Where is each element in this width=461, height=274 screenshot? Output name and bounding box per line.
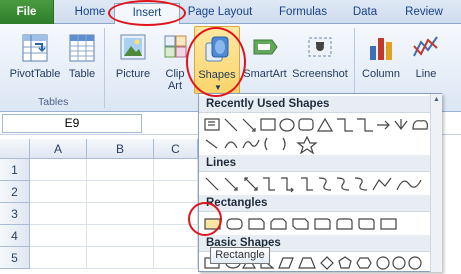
tab-data[interactable]: Data — [343, 3, 387, 24]
picture-button[interactable]: Picture — [112, 26, 154, 90]
row-header-3[interactable]: 3 — [0, 203, 30, 225]
clipart-label: Clip Art — [165, 68, 185, 92]
name-box[interactable]: E9 — [2, 114, 142, 133]
scroll-up-arrow-icon[interactable]: ▲ — [431, 94, 442, 106]
pivottable-button[interactable]: PivotTable — [6, 26, 64, 90]
smartart-icon — [253, 39, 278, 55]
screenshot-button[interactable]: Screenshot — [288, 26, 352, 90]
lines-header: Lines — [199, 155, 441, 172]
smartart-button[interactable]: SmartArt — [240, 26, 290, 90]
tab-page-layout[interactable]: Page Layout — [182, 3, 258, 24]
pivottable-label: PivotTable — [9, 68, 61, 80]
gallery-scrollbar[interactable]: ▲ — [430, 94, 442, 272]
tab-file[interactable]: File — [0, 0, 54, 24]
group-separator — [104, 28, 105, 108]
row-header-5[interactable]: 5 — [0, 247, 30, 269]
cell[interactable] — [30, 247, 87, 269]
select-all-corner[interactable] — [0, 139, 30, 159]
line-chart-button[interactable]: Line — [408, 26, 444, 90]
column-chart-icon — [370, 38, 392, 60]
ribbon-tab-bar: File Home Insert Page Layout Formulas Da… — [0, 0, 461, 25]
picture-label: Picture — [115, 68, 151, 80]
rectangles-row[interactable] — [203, 214, 433, 234]
pivottable-icon — [22, 34, 48, 62]
group-tables-label: Tables — [38, 96, 69, 108]
cell[interactable] — [87, 181, 154, 203]
cell[interactable] — [30, 181, 87, 203]
cell[interactable] — [154, 181, 198, 203]
tab-formulas[interactable]: Formulas — [270, 3, 336, 24]
clipart-icon — [164, 35, 187, 58]
tab-home[interactable]: Home — [66, 3, 114, 24]
cell[interactable] — [87, 203, 154, 225]
column-header-c[interactable]: C — [154, 139, 198, 159]
cell[interactable] — [30, 225, 87, 247]
highlight-ring-shapes-button — [186, 27, 246, 97]
column-chart-label: Column — [362, 68, 400, 80]
tab-review[interactable]: Review — [397, 3, 451, 24]
highlight-ring-insert-tab — [108, 0, 186, 26]
cell[interactable] — [87, 159, 154, 181]
recent-shapes-row-2[interactable] — [203, 134, 433, 154]
lines-row[interactable] — [203, 174, 433, 194]
shape-tooltip: Rectangle — [210, 247, 270, 264]
table-button[interactable]: Table — [64, 26, 100, 90]
row-header-1[interactable]: 1 — [0, 159, 30, 181]
smartart-label: SmartArt — [243, 68, 287, 80]
row-header-4[interactable]: 4 — [0, 225, 30, 247]
line-chart-icon — [413, 36, 438, 57]
cell[interactable] — [30, 159, 87, 181]
column-header-a[interactable]: A — [30, 139, 87, 159]
column-header-b[interactable]: B — [87, 139, 154, 159]
shapes-gallery: Recently Used Shapes Lines Rectangles Ba… — [198, 93, 442, 272]
recent-shapes-row[interactable] — [203, 115, 433, 135]
cell[interactable] — [87, 225, 154, 247]
row-header-2[interactable]: 2 — [0, 181, 30, 203]
cell[interactable] — [87, 247, 154, 269]
column-chart-button[interactable]: Column — [358, 26, 404, 90]
cell[interactable] — [154, 247, 198, 269]
recent-shapes-header: Recently Used Shapes — [199, 96, 441, 113]
highlight-ring-rectangle-shape — [188, 202, 222, 236]
table-label: Table — [68, 68, 96, 80]
picture-icon — [120, 34, 146, 60]
cell[interactable] — [154, 159, 198, 181]
rectangles-header: Rectangles — [199, 195, 441, 212]
table-icon — [69, 34, 95, 62]
line-chart-label: Line — [415, 68, 437, 80]
screenshot-icon — [308, 37, 332, 57]
cell[interactable] — [30, 203, 87, 225]
screenshot-label: Screenshot — [292, 68, 348, 80]
